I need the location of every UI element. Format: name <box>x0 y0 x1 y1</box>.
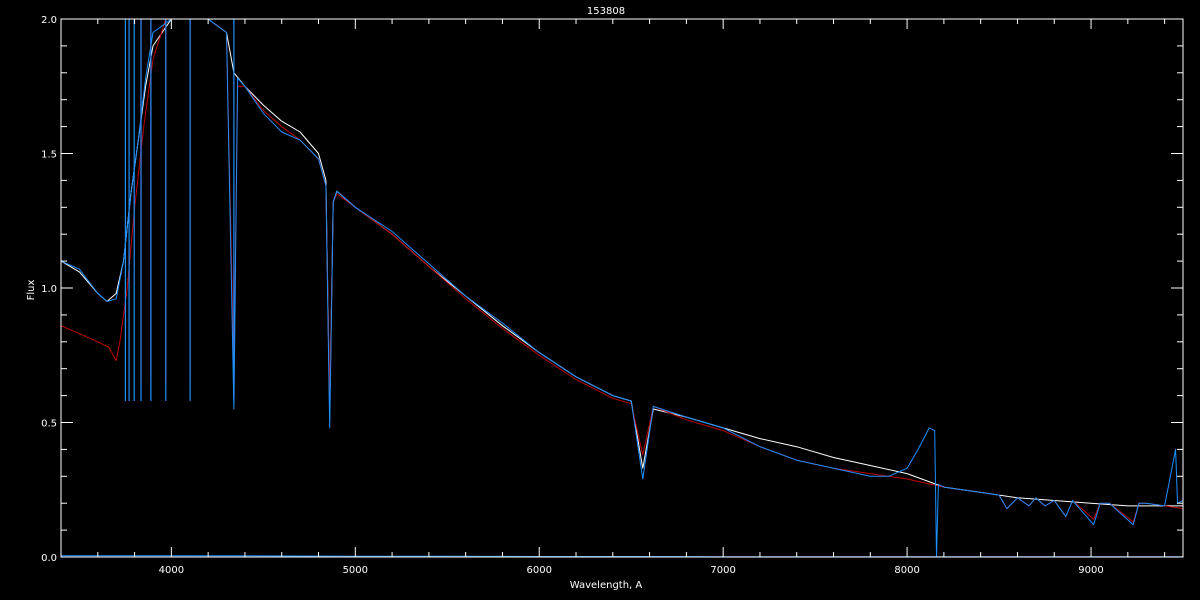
y-tick-label: 2.0 <box>41 15 57 26</box>
x-axis-label: Wavelength, A <box>570 580 643 591</box>
y-tick-label: 1.5 <box>41 150 57 161</box>
x-tick-label: 4000 <box>159 565 184 576</box>
y-tick-label: 0.5 <box>41 419 57 430</box>
x-tick-label: 9000 <box>1078 565 1103 576</box>
spectrum-chart: 153808 Wavelength, A Flux 4000 5000 6000 70… <box>0 0 1200 600</box>
y-tick-label: 0.0 <box>41 553 57 564</box>
x-tick-label: 7000 <box>710 565 735 576</box>
chart-title: 153808 <box>587 6 625 17</box>
x-tick-label: 5000 <box>343 565 368 576</box>
chart-background <box>0 0 1200 600</box>
y-axis-label: Flux <box>26 280 37 301</box>
x-tick-label: 8000 <box>894 565 919 576</box>
y-tick-label: 1.0 <box>41 284 57 295</box>
x-tick-label: 6000 <box>527 565 552 576</box>
